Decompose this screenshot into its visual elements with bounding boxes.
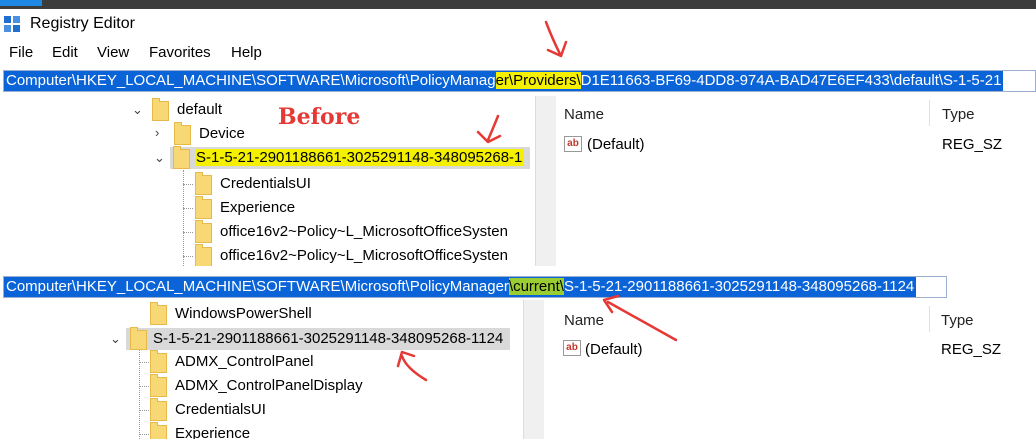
values-pane-before[interactable]: Name Type ab (Default) REG_SZ	[556, 96, 1036, 266]
tree-node-label: S-1-5-21-2901188661-3025291148-348095268…	[196, 149, 525, 166]
chevron-down-icon[interactable]: ⌄	[110, 331, 121, 347]
address-bar-before[interactable]: Computer\HKEY_LOCAL_MACHINE\SOFTWARE\Mic…	[3, 70, 1036, 92]
tree-node-sid-before[interactable]: ⌄ S-1-5-21-2901188661-3025291148-3480952…	[0, 146, 535, 169]
tree-node-label: S-1-5-21-2901188661-3025291148-348095268…	[153, 330, 504, 347]
folder-icon	[195, 196, 212, 219]
tree-node-experience[interactable]: Experience	[0, 196, 535, 219]
tree-node-credentialsui[interactable]: CredentialsUI	[0, 172, 535, 195]
window-title: Registry Editor	[30, 15, 135, 32]
address-part1: Computer\HKEY_LOCAL_MACHINE\SOFTWARE\Mic…	[6, 278, 509, 295]
chevron-right-icon[interactable]: ›	[155, 125, 159, 140]
tree-node-device[interactable]: › Device	[0, 122, 535, 145]
folder-icon	[150, 422, 167, 439]
tree-node-default[interactable]: ⌄ default	[0, 98, 535, 121]
chevron-down-icon[interactable]: ⌄	[154, 150, 165, 166]
address-part2: D1E11663-BF69-4DD8-974A-BAD47E6EF433\def…	[580, 72, 1002, 89]
tree-node-label: office16v2~Policy~L_MicrosoftOfficeSyste…	[220, 223, 508, 240]
value-type: REG_SZ	[942, 136, 1003, 153]
address-highlight-current: \current\	[508, 278, 564, 295]
address-bar-after[interactable]: Computer\HKEY_LOCAL_MACHINE\SOFTWARE\Mic…	[3, 276, 947, 298]
column-header-type[interactable]: Type	[941, 312, 974, 329]
tree-node-label: Experience	[220, 199, 296, 216]
folder-icon	[130, 327, 147, 350]
folder-icon	[150, 374, 167, 397]
tree-node-credentialsui-after[interactable]: CredentialsUI	[0, 398, 523, 421]
string-value-icon: ab	[563, 340, 581, 356]
tree-scrollbar-after[interactable]	[523, 300, 544, 439]
tree-node-sid-after[interactable]: ⌄ S-1-5-21-2901188661-3025291148-3480952…	[0, 327, 523, 350]
column-header-name[interactable]: Name	[564, 312, 604, 329]
tree-node-label: default	[177, 101, 223, 118]
folder-icon	[195, 244, 212, 266]
tree-node-office-policy-1[interactable]: office16v2~Policy~L_MicrosoftOfficeSyste…	[0, 220, 535, 243]
tree-node-label: Device	[199, 125, 245, 142]
value-name[interactable]: (Default)	[585, 341, 643, 358]
tree-node-label: Experience	[175, 425, 251, 439]
tree-node-admx-controlpaneldisplay[interactable]: ADMX_ControlPanelDisplay	[0, 374, 523, 397]
folder-icon	[152, 98, 169, 121]
address-path-before: Computer\HKEY_LOCAL_MACHINE\SOFTWARE\Mic…	[4, 71, 1004, 91]
value-type: REG_SZ	[941, 341, 1002, 358]
tree-node-label: CredentialsUI	[220, 175, 311, 192]
tree-node-experience-after[interactable]: Experience	[0, 422, 523, 439]
values-pane-after[interactable]: Name Type ab (Default) REG_SZ	[544, 300, 1036, 439]
registry-editor-icon	[4, 16, 22, 34]
address-part2: S-1-5-21-2901188661-3025291148-348095268…	[563, 278, 915, 295]
arrow-to-providers	[544, 20, 568, 58]
folder-icon	[150, 398, 167, 421]
taskbar-strip	[0, 0, 1036, 9]
address-highlight-providers: er\Providers\	[495, 72, 581, 89]
folder-icon	[174, 122, 191, 145]
tree-node-office-policy-2[interactable]: office16v2~Policy~L_MicrosoftOfficeSyste…	[0, 244, 535, 266]
menu-favorites[interactable]: Favorites	[149, 44, 211, 61]
tree-node-windowspowershell[interactable]: WindowsPowerShell	[0, 302, 523, 325]
folder-icon	[173, 146, 190, 169]
string-value-icon: ab	[564, 136, 582, 152]
address-part1: Computer\HKEY_LOCAL_MACHINE\SOFTWARE\Mic…	[6, 72, 496, 89]
chevron-down-icon[interactable]: ⌄	[132, 102, 143, 118]
pane-divider	[0, 266, 1036, 272]
annotation-before-label: Before	[278, 104, 361, 130]
folder-icon	[150, 350, 167, 373]
folder-icon	[195, 172, 212, 195]
tree-node-label: ADMX_ControlPanelDisplay	[175, 377, 363, 394]
tree-node-admx-controlpanel[interactable]: ADMX_ControlPanel	[0, 350, 523, 373]
taskbar-app-indicator	[0, 0, 42, 6]
menu-file[interactable]: File	[9, 44, 33, 61]
folder-icon	[195, 220, 212, 243]
folder-icon	[150, 302, 167, 325]
column-header-type[interactable]: Type	[942, 106, 975, 123]
address-path-after: Computer\HKEY_LOCAL_MACHINE\SOFTWARE\Mic…	[4, 277, 917, 297]
tree-pane-after[interactable]: WindowsPowerShell ⌄ S-1-5-21-2901188661-…	[0, 300, 524, 439]
column-header-name[interactable]: Name	[564, 106, 604, 123]
tree-pane-before[interactable]: ⌄ default › Device ⌄ S-1-5-21-2901188661…	[0, 96, 536, 266]
tree-scrollbar-before[interactable]	[535, 96, 556, 266]
menu-view[interactable]: View	[97, 44, 129, 61]
value-name[interactable]: (Default)	[587, 136, 645, 153]
tree-node-label: CredentialsUI	[175, 401, 266, 418]
menu-edit[interactable]: Edit	[52, 44, 78, 61]
tree-node-label: office16v2~Policy~L_MicrosoftOfficeSyste…	[220, 247, 508, 264]
tree-node-label: WindowsPowerShell	[175, 305, 312, 322]
tree-node-label: ADMX_ControlPanel	[175, 353, 314, 370]
menu-help[interactable]: Help	[231, 44, 262, 61]
